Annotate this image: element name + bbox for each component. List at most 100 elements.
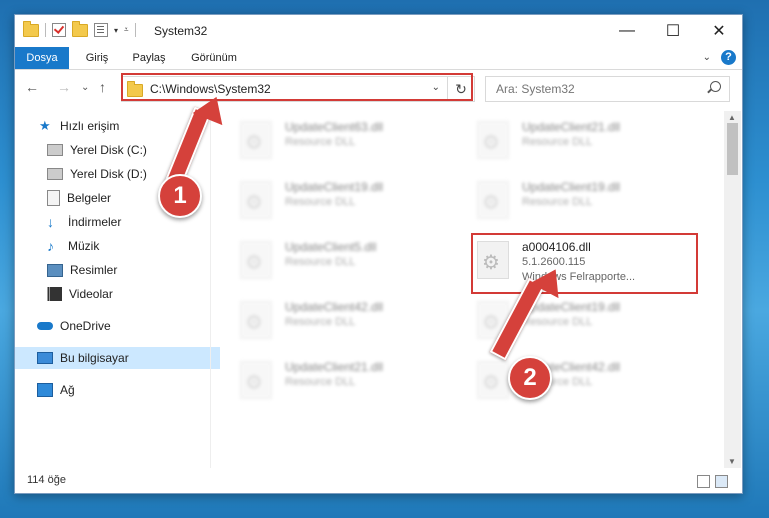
dll-file-icon [477,181,509,219]
sidebar-item-label: Ağ [60,383,75,397]
sidebar-item-label: Yerel Disk (C:) [70,143,147,157]
file-name: UpdateClient19.dll [522,300,621,314]
search-icon[interactable] [710,81,721,92]
file-tile[interactable]: UpdateClient21.dll Resource DLL [230,355,460,407]
file-tile[interactable]: UpdateClient21.dll Resource DLL [467,115,697,167]
file-tile[interactable]: UpdateClient5.dll Resource DLL [230,235,460,287]
explorer-window: ▾ ⩡ System32 — ☐ ✕ Dosya Giriş Paylaş Gö… [14,14,743,494]
dll-file-icon [240,241,272,279]
file-tile[interactable]: UpdateClient19.dll Resource DLL [230,175,460,227]
properties-check-icon[interactable] [52,23,66,37]
dll-file-icon [240,361,272,399]
sidebar-item-label: İndirmeler [68,215,122,229]
download-icon: ↓ [47,214,54,230]
customize-toolbar-icon[interactable]: ⩡ [124,25,129,35]
sidebar-item-label: OneDrive [60,319,111,333]
up-button[interactable]: ↑ [99,79,106,95]
file-type: Resource DLL [285,256,356,268]
file-type: Resource DLL [522,316,593,328]
title-bar: ▾ ⩡ System32 — ☐ ✕ [15,15,742,47]
search-input[interactable] [494,81,698,97]
forward-button[interactable]: → [57,79,71,95]
sidebar-item-documents[interactable]: Belgeler 📌 [15,187,242,209]
dll-file-icon [240,301,272,339]
dll-file-icon [240,121,272,159]
sidebar-item-downloads[interactable]: ↓ İndirmeler 📌 [15,211,242,233]
sidebar-item-disk-c[interactable]: Yerel Disk (C:) [15,139,242,161]
sidebar-item-label: Resimler [70,263,118,277]
cloud-icon [37,322,53,330]
file-tile[interactable]: UpdateClient63.dll Resource DLL [230,115,460,167]
file-name: UpdateClient19.dll [522,180,621,194]
details-view-icon[interactable] [697,475,710,488]
music-icon: ♪ [47,238,54,254]
vertical-scrollbar[interactable]: ▲ ▼ [724,111,741,468]
dll-file-icon [240,181,272,219]
tab-file[interactable]: Dosya [15,47,69,69]
properties-icon[interactable] [94,23,108,37]
maximize-button[interactable]: ☐ [650,15,696,47]
file-name: UpdateClient21.dll [522,120,621,134]
sidebar-item-disk-d[interactable]: Yerel Disk (D:) [15,163,242,185]
file-type: Resource DLL [285,376,356,388]
file-name: UpdateClient21.dll [285,360,384,374]
scroll-down-icon[interactable]: ▼ [728,457,736,466]
sidebar-item-label: Bu bilgisayar [60,351,129,365]
file-highlight-box [471,233,698,294]
documents-icon [47,190,60,206]
recent-locations-button[interactable]: ⌄ [81,82,89,93]
sidebar-item-label: Videolar [69,287,113,301]
file-tile[interactable]: UpdateClient19.dll Resource DLL [467,175,697,227]
tab-view[interactable]: Görünüm [185,47,243,69]
scroll-up-icon[interactable]: ▲ [728,113,736,122]
videos-icon [47,287,62,301]
file-name: UpdateClient63.dll [285,120,384,134]
sidebar-item-videos[interactable]: Videolar 📌 [15,283,242,305]
item-count: 114 öğe [27,474,66,486]
chevron-down-icon[interactable]: ▾ [114,26,118,35]
back-button[interactable]: ← [25,79,39,95]
sidebar-item-music[interactable]: ♪ Müzik 📌 [15,235,242,257]
sidebar-item-network[interactable]: Ağ [15,379,232,401]
sidebar-item-label: Müzik [68,239,100,253]
ribbon-right: ⌄ ? [703,50,736,65]
address-highlight-box [121,73,473,101]
new-folder-icon[interactable] [72,20,88,37]
sidebar-item-label: Yerel Disk (D:) [70,167,147,181]
search-box[interactable] [485,76,730,102]
navigation-bar: ← → ⌄ ↑ C:\Windows\System32 ⌄ ↻ [15,70,742,108]
close-button[interactable]: ✕ [696,15,742,47]
tiles-view-icon[interactable] [715,475,728,488]
step-badge-1: 1 [158,174,202,218]
file-type: Resource DLL [522,136,593,148]
tab-home[interactable]: Giriş [77,47,117,69]
dll-file-icon [477,121,509,159]
pictures-icon [47,263,63,277]
help-icon[interactable]: ? [721,50,736,65]
file-type: Resource DLL [285,316,356,328]
file-type: Resource DLL [522,196,593,208]
quick-access-toolbar: ▾ ⩡ [23,20,136,37]
file-tile[interactable]: UpdateClient42.dll Resource DLL [467,355,697,407]
pane-divider[interactable] [210,111,211,468]
step-badge-2: 2 [508,356,552,400]
sidebar-item-this-pc[interactable]: Bu bilgisayar [15,347,232,369]
scroll-thumb[interactable] [727,123,738,175]
divider [45,23,46,37]
divider [134,23,136,37]
file-name: UpdateClient19.dll [285,180,384,194]
file-type: Resource DLL [285,136,356,148]
file-name: UpdateClient5.dll [285,240,377,254]
pc-icon [37,352,53,364]
sidebar-item-label: Hızlı erişim [60,119,120,133]
expand-ribbon-icon[interactable]: ⌄ [703,52,711,63]
dll-file-icon [477,361,509,399]
minimize-button[interactable]: — [604,15,650,47]
sidebar-item-onedrive[interactable]: OneDrive [15,315,232,337]
folder-icon [23,20,39,37]
sidebar-item-label: Belgeler [67,191,112,205]
sidebar-item-pictures[interactable]: Resimler 📌 [15,259,242,281]
tab-share[interactable]: Paylaş [127,47,171,69]
star-icon: ★ [39,118,51,133]
file-tile[interactable]: UpdateClient42.dll Resource DLL [230,295,460,347]
